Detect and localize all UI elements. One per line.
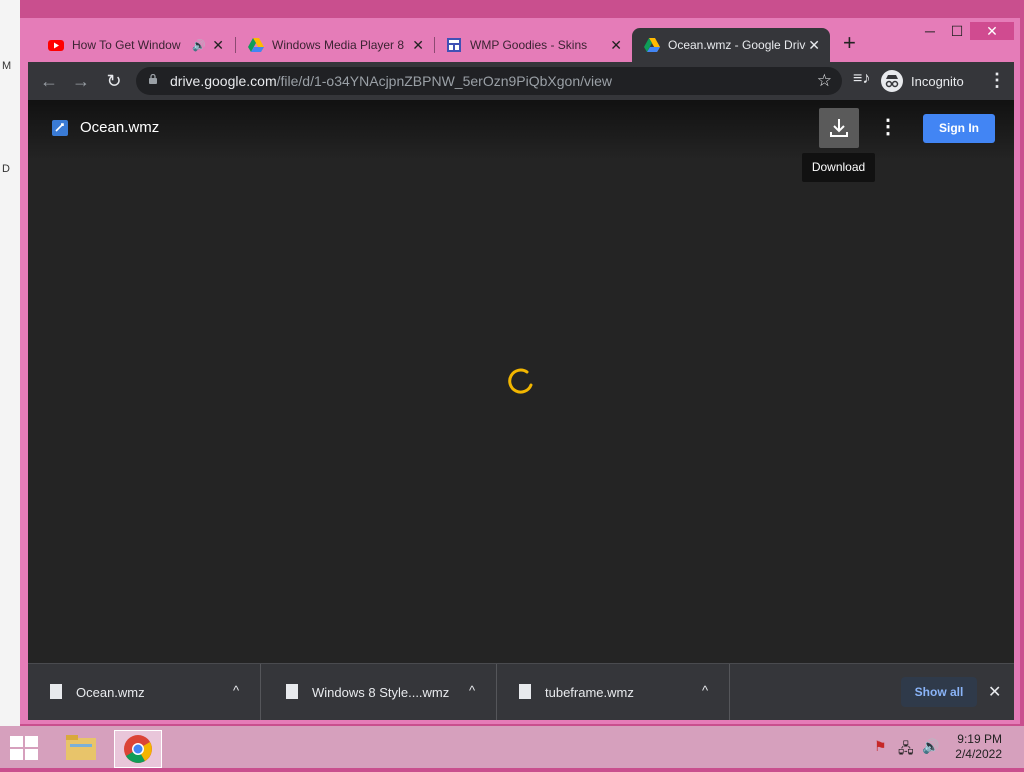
tab-title: How To Get Window: [72, 38, 181, 52]
browser-menu-icon[interactable]: ⋮: [988, 70, 1006, 91]
chevron-up-icon[interactable]: ^: [702, 683, 708, 698]
download-item[interactable]: tubeframe.wmz ^: [497, 664, 730, 720]
sign-in-button[interactable]: Sign In: [923, 114, 995, 143]
file-type-icon: [52, 120, 68, 136]
download-item[interactable]: Ocean.wmz ^: [28, 664, 261, 720]
system-clock[interactable]: 9:19 PM 2/4/2022: [952, 732, 1002, 762]
tab-wmp-goodies[interactable]: WMP Goodies - Skins ✕: [426, 28, 632, 62]
tab-title: Ocean.wmz - Google Drive: [668, 38, 806, 52]
back-button[interactable]: ←: [38, 70, 60, 92]
file-icon: [519, 684, 531, 699]
desktop-icon-label: D: [2, 163, 10, 175]
site-icon: [447, 38, 461, 52]
download-button[interactable]: [819, 108, 859, 148]
clock-time: 9:19 PM: [957, 732, 1002, 746]
close-download-shelf-icon[interactable]: ✕: [988, 682, 1001, 702]
new-tab-button[interactable]: +: [843, 30, 856, 56]
bookmark-star-icon[interactable]: ☆: [817, 71, 832, 91]
google-drive-icon: [644, 38, 660, 52]
close-tab-icon[interactable]: ✕: [412, 37, 424, 54]
forward-button[interactable]: →: [70, 70, 92, 92]
download-icon: [830, 119, 848, 137]
audio-icon[interactable]: 🔊: [192, 39, 206, 52]
action-center-flag-icon[interactable]: ⚑: [874, 738, 887, 755]
chevron-up-icon[interactable]: ^: [233, 683, 239, 698]
download-tooltip: Download: [802, 153, 875, 182]
file-explorer-taskbar-button[interactable]: [58, 730, 104, 766]
loading-spinner-icon: [508, 368, 533, 394]
file-viewer: Ocean.wmz ⋮ Sign In Download: [28, 100, 1014, 663]
chrome-taskbar-button[interactable]: [114, 730, 162, 768]
close-tab-icon[interactable]: ✕: [212, 37, 224, 54]
download-file-name: tubeframe.wmz: [545, 685, 634, 700]
incognito-label: Incognito: [911, 73, 964, 89]
more-actions-icon[interactable]: ⋮: [878, 114, 898, 139]
download-shelf: Ocean.wmz ^ Windows 8 Style....wmz ^ tub…: [28, 663, 1014, 720]
chevron-up-icon[interactable]: ^: [469, 683, 475, 698]
tab-ocean-wmz[interactable]: Ocean.wmz - Google Drive ✕: [632, 28, 830, 62]
google-drive-icon: [248, 38, 264, 52]
close-tab-icon[interactable]: ✕: [610, 37, 622, 54]
youtube-icon: [48, 40, 64, 51]
desktop-edge: M D: [0, 0, 20, 730]
url-path: /file/d/1-o34YNAcjpnZBPNW_5erOzn9PiQbXgo…: [276, 73, 613, 89]
desktop-icon-label: M: [2, 60, 12, 72]
download-file-name: Ocean.wmz: [76, 685, 145, 700]
chrome-icon: [124, 735, 152, 763]
taskbar: ⚑ 🖧 🔊 9:19 PM 2/4/2022: [0, 726, 1024, 768]
close-tab-icon[interactable]: ✕: [808, 37, 820, 54]
tab-windows-media-player[interactable]: Windows Media Player 8 ✕: [228, 28, 434, 62]
url-host: drive.google.com: [170, 73, 277, 89]
network-icon[interactable]: 🖧: [898, 738, 914, 762]
tab-youtube[interactable]: How To Get Window 🔊 ✕: [28, 28, 234, 62]
tab-title: Windows Media Player 8: [272, 38, 405, 52]
reload-button[interactable]: ↻: [103, 70, 125, 92]
viewer-header: [28, 100, 1014, 160]
browser-toolbar: ← → ↻ drive.google.com/file/d/1-o34YNAcj…: [28, 62, 1014, 100]
download-item[interactable]: Windows 8 Style....wmz ^: [264, 664, 497, 720]
show-all-downloads-button[interactable]: Show all: [901, 677, 977, 707]
file-title: Ocean.wmz: [80, 119, 160, 136]
file-icon: [286, 684, 298, 699]
incognito-icon: [881, 70, 903, 92]
volume-icon[interactable]: 🔊: [922, 738, 939, 755]
media-control-icon[interactable]: ≡♪: [853, 70, 870, 88]
tab-title: WMP Goodies - Skins: [470, 38, 588, 52]
address-bar[interactable]: drive.google.com/file/d/1-o34YNAcjpnZBPN…: [136, 67, 842, 95]
file-icon: [50, 684, 62, 699]
url-text: drive.google.com/file/d/1-o34YNAcjpnZBPN…: [170, 73, 612, 89]
windows-start-icon[interactable]: [10, 736, 38, 760]
download-file-name: Windows 8 Style....wmz: [312, 685, 450, 700]
lock-icon: [149, 74, 157, 84]
tab-strip: How To Get Window 🔊 ✕ Windows Media Play…: [28, 28, 1014, 62]
incognito-indicator[interactable]: Incognito: [881, 67, 964, 95]
clock-date: 2/4/2022: [955, 747, 1002, 761]
folder-icon: [66, 735, 96, 760]
